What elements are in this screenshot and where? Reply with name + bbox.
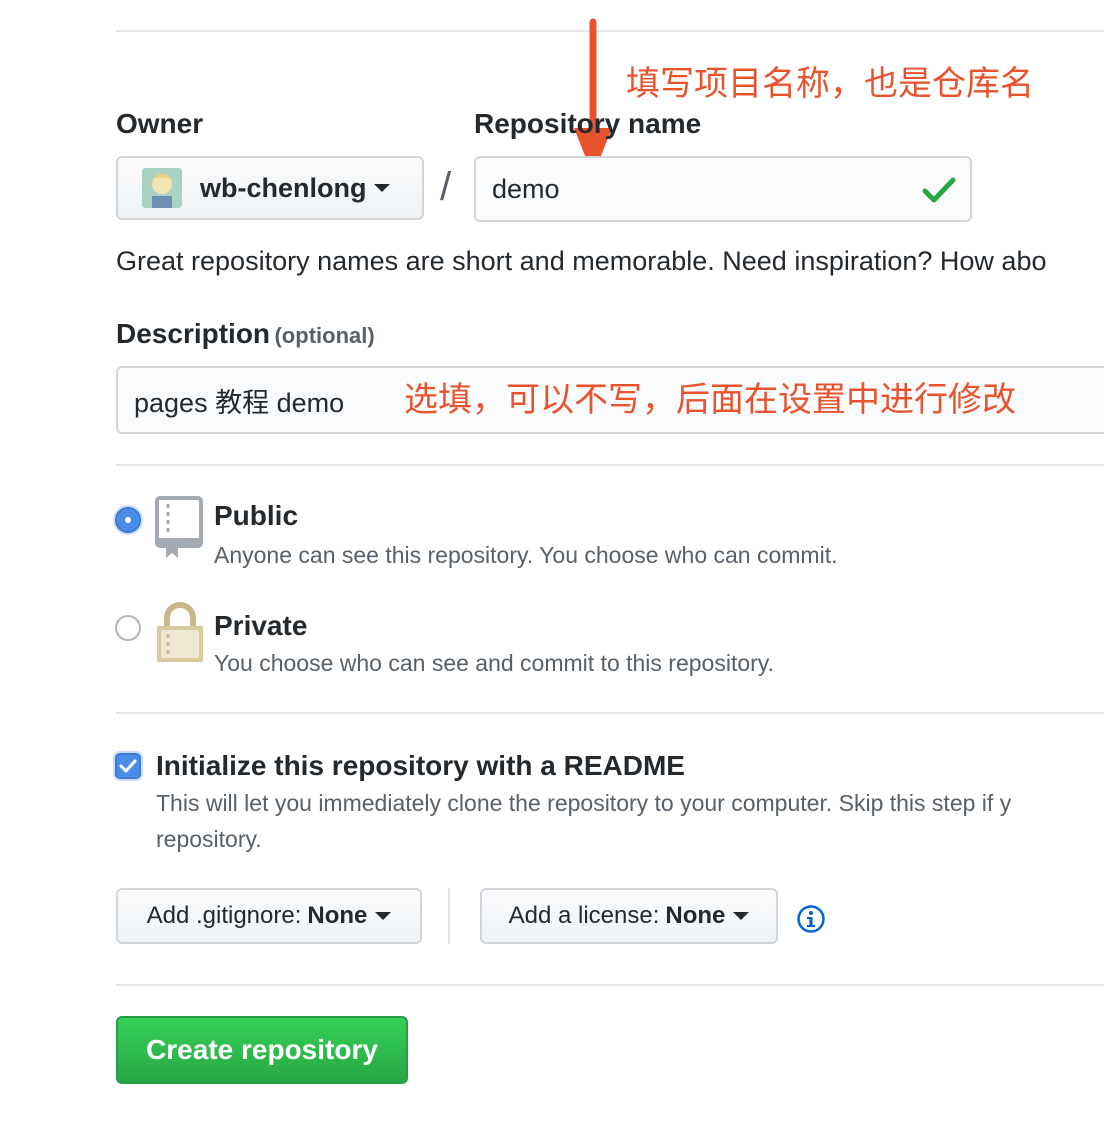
annotation-arrow bbox=[574, 18, 612, 176]
lock-icon bbox=[157, 602, 203, 662]
repo-book-icon bbox=[155, 496, 203, 558]
owner-select-button[interactable]: wb-chenlong bbox=[116, 156, 424, 220]
avatar bbox=[142, 168, 182, 208]
divider bbox=[116, 464, 1104, 466]
readme-description-line2: repository. bbox=[156, 826, 262, 852]
owner-label: Owner bbox=[116, 108, 204, 139]
chevron-down-icon bbox=[733, 912, 750, 920]
description-label: Description bbox=[116, 318, 271, 349]
description-label-row: Description (optional) bbox=[116, 318, 375, 350]
readme-checkbox[interactable] bbox=[115, 753, 141, 779]
button-separator bbox=[448, 888, 450, 944]
private-description: You choose who can see and commit to thi… bbox=[214, 650, 774, 676]
readme-description: This will let you immediately clone the … bbox=[156, 790, 1012, 816]
repo-name-hint: Great repository names are short and mem… bbox=[116, 246, 1047, 276]
license-select-button[interactable]: Add a license: None bbox=[480, 888, 778, 944]
gitignore-value: None bbox=[307, 902, 368, 929]
license-prefix: Add a license: bbox=[508, 902, 660, 929]
gitignore-prefix: Add .gitignore: bbox=[146, 902, 302, 929]
divider bbox=[116, 712, 1104, 714]
public-title: Public bbox=[214, 500, 299, 531]
optional-tag: (optional) bbox=[274, 323, 375, 348]
chevron-down-icon bbox=[374, 184, 391, 192]
description-annotation: 选填，可以不写，后面在设置中进行修改 bbox=[404, 381, 1016, 419]
readme-title: Initialize this repository with a README bbox=[156, 750, 685, 781]
license-value: None bbox=[665, 902, 726, 929]
checkmark-icon bbox=[119, 759, 137, 773]
repo-name-label: Repository name bbox=[474, 108, 702, 139]
info-icon[interactable] bbox=[796, 904, 826, 934]
gitignore-select-button[interactable]: Add .gitignore: None bbox=[116, 888, 422, 944]
private-radio[interactable] bbox=[115, 615, 141, 641]
public-description: Anyone can see this repository. You choo… bbox=[214, 542, 838, 568]
owner-repo-separator: / bbox=[440, 165, 452, 209]
chevron-down-icon bbox=[375, 912, 392, 920]
divider bbox=[116, 984, 1104, 986]
public-radio[interactable] bbox=[115, 507, 141, 533]
repo-name-annotation: 填写项目名称，也是仓库名 bbox=[626, 65, 1034, 103]
private-title: Private bbox=[214, 610, 308, 641]
owner-name: wb-chenlong bbox=[200, 172, 367, 203]
repo-name-input[interactable] bbox=[474, 156, 972, 222]
valid-check-icon bbox=[922, 177, 956, 203]
create-repository-button[interactable]: Create repository bbox=[116, 1016, 408, 1084]
